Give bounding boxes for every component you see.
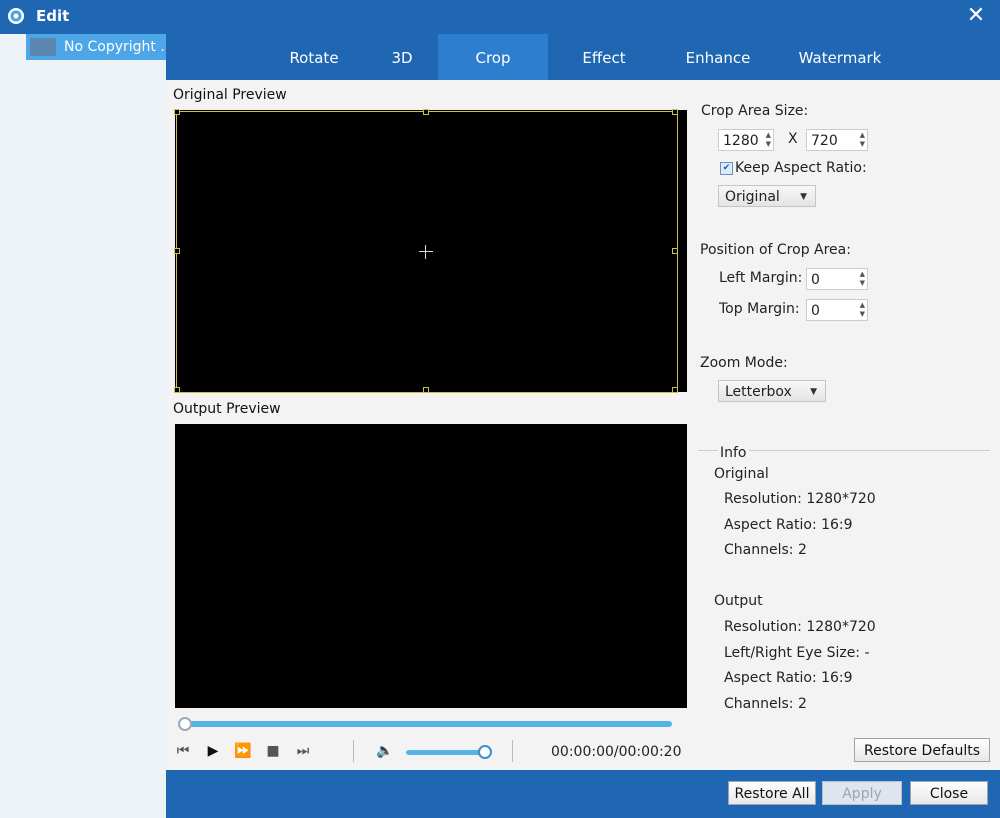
tab-enhance[interactable]: Enhance — [666, 34, 770, 80]
output-preview-video — [175, 424, 687, 708]
crop-height-value: 720 — [811, 133, 838, 149]
original-aspect-ratio: Aspect Ratio: 16:9 — [724, 517, 853, 533]
tab-effect[interactable]: Effect — [552, 34, 656, 80]
spin-arrows-icon[interactable]: ▲ ▼ — [766, 131, 771, 149]
spin-arrows-icon[interactable]: ▲ ▼ — [860, 131, 865, 149]
crop-width-stepper[interactable]: 1280 ▲ ▼ — [718, 129, 774, 151]
close-button[interactable]: Close — [910, 781, 988, 805]
spin-arrows-icon[interactable]: ▲ ▼ — [860, 301, 865, 319]
bottom-action-bar: Restore All Apply Close — [166, 770, 1000, 818]
file-list-item[interactable]: No Copyright ... — [26, 34, 166, 60]
aspect-ratio-dropdown[interactable]: Original ▼ — [718, 185, 816, 207]
aspect-ratio-value: Original — [725, 189, 780, 205]
crosshair-icon — [419, 251, 433, 252]
output-preview-label: Output Preview — [173, 401, 281, 417]
video-thumbnail — [30, 38, 56, 56]
crop-handle[interactable] — [174, 387, 180, 393]
title-bar: Edit ✕ — [0, 0, 1000, 34]
original-preview-video — [174, 109, 687, 393]
crop-handle[interactable] — [672, 387, 678, 393]
spin-arrows-icon[interactable]: ▲ ▼ — [860, 270, 865, 288]
output-info-title: Output — [714, 593, 763, 609]
divider — [512, 740, 513, 762]
restore-defaults-button[interactable]: Restore Defaults — [854, 738, 990, 762]
crop-position-label: Position of Crop Area: — [700, 242, 851, 258]
left-margin-value: 0 — [811, 272, 820, 288]
top-margin-value: 0 — [811, 303, 820, 319]
chevron-down-icon: ▼ — [800, 192, 807, 202]
stop-icon[interactable]: ■ — [264, 742, 282, 760]
output-aspect-ratio: Aspect Ratio: 16:9 — [724, 670, 853, 686]
preview-area: Original Preview Output Preview ⏮ ▶ ⏩ ■ … — [166, 80, 688, 770]
file-name: No Copyright ... — [64, 39, 166, 55]
tab-3d[interactable]: 3D — [362, 34, 442, 80]
size-separator: X — [788, 131, 798, 147]
crop-handle[interactable] — [423, 387, 429, 393]
volume-slider-knob[interactable] — [478, 745, 492, 759]
crop-height-stepper[interactable]: 720 ▲ ▼ — [806, 129, 868, 151]
original-preview-label: Original Preview — [173, 87, 287, 103]
crosshair-icon — [425, 245, 426, 259]
original-info-title: Original — [714, 466, 769, 482]
window-title: Edit — [36, 7, 70, 25]
crop-handle[interactable] — [423, 109, 429, 115]
output-channels: Channels: 2 — [724, 696, 807, 712]
crop-handle[interactable] — [672, 109, 678, 115]
keep-aspect-label: Keep Aspect Ratio: — [735, 160, 867, 176]
crop-frame[interactable] — [176, 111, 678, 393]
zoom-mode-label: Zoom Mode: — [700, 355, 788, 371]
crop-handle[interactable] — [672, 248, 678, 254]
volume-slider[interactable] — [406, 750, 486, 755]
volume-icon[interactable]: 🔈 — [376, 742, 394, 760]
crop-handle[interactable] — [174, 248, 180, 254]
original-resolution: Resolution: 1280*720 — [724, 491, 876, 507]
apply-button[interactable]: Apply — [822, 781, 902, 805]
tab-crop[interactable]: Crop — [438, 34, 548, 80]
output-resolution: Resolution: 1280*720 — [724, 619, 876, 635]
chevron-down-icon: ▼ — [810, 387, 817, 397]
tab-rotate[interactable]: Rotate — [266, 34, 362, 80]
top-margin-stepper[interactable]: 0 ▲ ▼ — [806, 299, 868, 321]
skip-forward-icon[interactable]: ⏭ — [294, 742, 312, 760]
zoom-mode-value: Letterbox — [725, 384, 792, 400]
left-margin-label: Left Margin: — [719, 270, 803, 286]
file-list-panel: No Copyright ... — [0, 34, 167, 818]
tab-watermark[interactable]: Watermark — [780, 34, 900, 80]
edit-tabs: Rotate 3D Crop Effect Enhance Watermark — [166, 34, 1000, 80]
skip-back-icon[interactable]: ⏮ — [174, 742, 192, 760]
original-channels: Channels: 2 — [724, 542, 807, 558]
left-margin-stepper[interactable]: 0 ▲ ▼ — [806, 268, 868, 290]
crop-handle[interactable] — [174, 109, 180, 115]
fast-forward-icon[interactable]: ⏩ — [234, 742, 252, 760]
output-eye-size: Left/Right Eye Size: - — [724, 645, 870, 661]
zoom-mode-dropdown[interactable]: Letterbox ▼ — [718, 380, 826, 402]
window-close-button[interactable]: ✕ — [964, 4, 988, 28]
app-logo-icon — [8, 8, 24, 24]
crop-width-value: 1280 — [723, 133, 759, 149]
playback-time: 00:00:00/00:00:20 — [551, 744, 682, 760]
crop-settings-panel: Crop Area Size: 1280 ▲ ▼ X 720 ▲ ▼ ✔ Keep … — [688, 80, 1000, 770]
info-title: Info — [718, 445, 749, 461]
playback-progress-knob[interactable] — [178, 717, 192, 731]
divider — [353, 740, 354, 762]
restore-all-button[interactable]: Restore All — [728, 781, 816, 805]
top-margin-label: Top Margin: — [719, 301, 800, 317]
play-icon[interactable]: ▶ — [204, 742, 222, 760]
playback-progress-bar[interactable] — [182, 721, 672, 727]
crop-area-size-label: Crop Area Size: — [701, 103, 809, 119]
keep-aspect-checkbox[interactable]: ✔ — [720, 162, 733, 175]
